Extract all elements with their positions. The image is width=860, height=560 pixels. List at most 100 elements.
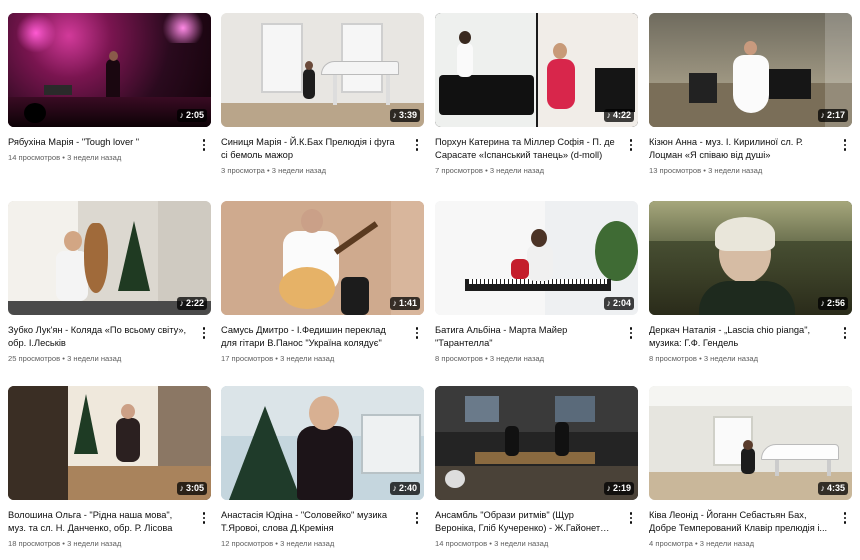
video-stats: 14 просмотров • 3 недели назад [8, 153, 189, 163]
video-title[interactable]: Зубко Лук'ян - Коляда «По всьому світу»,… [8, 324, 189, 350]
video-card[interactable]: ♪ 2:40 Анастасія Юдіна - "Соловейко" муз… [221, 386, 424, 549]
view-count: 7 просмотров [435, 166, 483, 175]
upload-age: 3 недели назад [708, 166, 763, 175]
view-count: 14 просмотров [8, 153, 61, 162]
video-meta: Порхун Катерина та Міллер Софія - П. де … [435, 136, 638, 176]
video-thumbnail[interactable]: ♪ 4:22 [435, 13, 638, 127]
view-count: 17 просмотров [221, 354, 274, 363]
more-vert-icon[interactable] [410, 137, 424, 153]
video-meta: Самусь Дмитро - І.Федишин переклад для г… [221, 324, 424, 364]
view-count: 8 просмотров [649, 354, 697, 363]
video-meta: Ансамбль "Образи ритмів" (Щур Вероніка, … [435, 509, 638, 549]
video-title[interactable]: Ансамбль "Образи ритмів" (Щур Вероніка, … [435, 509, 616, 535]
video-card[interactable]: ♪ 1:41 Самусь Дмитро - І.Федишин перекла… [221, 201, 424, 364]
duration-text: 2:04 [612, 298, 631, 308]
video-stats: 14 просмотров • 3 недели назад [435, 539, 616, 549]
duration-text: 4:22 [612, 110, 631, 120]
more-vert-icon[interactable] [197, 137, 211, 153]
video-thumbnail[interactable]: ♪ 2:19 [435, 386, 638, 500]
music-note-icon: ♪ [606, 483, 611, 493]
more-vert-icon[interactable] [624, 510, 638, 526]
more-vert-icon[interactable] [838, 510, 852, 526]
more-vert-icon[interactable] [197, 325, 211, 341]
music-note-icon: ♪ [392, 483, 397, 493]
view-count: 13 просмотров [649, 166, 702, 175]
video-title[interactable]: Анастасія Юдіна - "Соловейко" музика Т.Я… [221, 509, 402, 535]
video-card[interactable]: ♪ 4:22 Порхун Катерина та Міллер Софія -… [435, 13, 638, 176]
duration-text: 2:40 [398, 483, 417, 493]
video-thumbnail[interactable]: ♪ 2:22 [8, 201, 211, 315]
duration-badge: ♪ 1:41 [390, 297, 420, 310]
duration-badge: ♪ 3:39 [390, 109, 420, 122]
video-thumbnail[interactable]: ♪ 2:04 [435, 201, 638, 315]
video-card[interactable]: ♪ 2:04 Батига Альбіна - Марта Майер "Тар… [435, 201, 638, 364]
music-note-icon: ♪ [606, 110, 611, 120]
more-vert-icon[interactable] [197, 510, 211, 526]
more-vert-icon[interactable] [410, 510, 424, 526]
video-title[interactable]: Порхун Катерина та Міллер Софія - П. де … [435, 136, 616, 162]
video-card[interactable]: ♪ 3:05 Волошина Ольга - "Рідна наша мова… [8, 386, 211, 549]
upload-age: 3 недели назад [494, 539, 549, 548]
upload-age: 3 недели назад [67, 539, 122, 548]
video-meta: Зубко Лук'ян - Коляда «По всьому світу»,… [8, 324, 211, 364]
duration-badge: ♪ 2:19 [604, 482, 634, 495]
music-note-icon: ♪ [606, 298, 611, 308]
duration-text: 3:39 [398, 110, 417, 120]
video-stats: 13 просмотров • 3 недели назад [649, 166, 830, 176]
view-count: 3 просмотра [221, 166, 265, 175]
video-thumbnail[interactable]: ♪ 4:35 [649, 386, 852, 500]
video-title[interactable]: Кізюн Анна - муз. І. Кирилиної сл. Р. Ло… [649, 136, 830, 162]
video-title[interactable]: Батига Альбіна - Марта Майер "Тарантелла… [435, 324, 616, 350]
music-note-icon: ♪ [820, 110, 825, 120]
video-thumbnail[interactable]: ♪ 2:56 [649, 201, 852, 315]
video-thumbnail[interactable]: ♪ 3:05 [8, 386, 211, 500]
video-stats: 25 просмотров • 3 недели назад [8, 354, 189, 364]
more-vert-icon[interactable] [624, 325, 638, 341]
video-meta: Анастасія Юдіна - "Соловейко" музика Т.Я… [221, 509, 424, 549]
video-card[interactable]: ♪ 4:35 Ківа Леонід - Йоганн Себастьян Ба… [649, 386, 852, 549]
more-vert-icon[interactable] [410, 325, 424, 341]
video-title[interactable]: Деркач Наталія - „Lascia chio pianga", м… [649, 324, 830, 350]
more-vert-icon[interactable] [838, 137, 852, 153]
video-card[interactable]: ♪ 2:22 Зубко Лук'ян - Коляда «По всьому … [8, 201, 211, 364]
video-stats: 3 просмотра • 3 недели назад [221, 166, 402, 176]
video-card[interactable]: ♪ 2:56 Деркач Наталія - „Lascia chio pia… [649, 201, 852, 364]
upload-age: 3 недели назад [699, 539, 755, 548]
video-meta: Синиця Марія - Й.К.Бах Прелюдія і фуга с… [221, 136, 424, 176]
video-stats: 12 просмотров • 3 недели назад [221, 539, 402, 549]
upload-age: 3 недели назад [280, 539, 335, 548]
video-title[interactable]: Волошина Ольга - "Рідна наша мова", муз.… [8, 509, 189, 535]
duration-badge: ♪ 2:22 [177, 297, 207, 310]
video-title[interactable]: Самусь Дмитро - І.Федишин переклад для г… [221, 324, 402, 350]
music-note-icon: ♪ [179, 298, 184, 308]
video-thumbnail[interactable]: ♪ 3:39 [221, 13, 424, 127]
video-title[interactable]: Ківа Леонід - Йоганн Себастьян Бах, Добр… [649, 509, 830, 535]
duration-badge: ♪ 2:17 [818, 109, 848, 122]
view-count: 14 просмотров [435, 539, 488, 548]
duration-text: 2:56 [826, 298, 845, 308]
duration-text: 1:41 [398, 298, 417, 308]
video-thumbnail[interactable]: ♪ 2:40 [221, 386, 424, 500]
upload-age: 3 недели назад [271, 166, 327, 175]
video-meta: Кізюн Анна - муз. І. Кирилиної сл. Р. Ло… [649, 136, 852, 176]
video-card[interactable]: ♪ 2:17 Кізюн Анна - муз. І. Кирилиної сл… [649, 13, 852, 176]
video-card[interactable]: ♪ 3:39 Синиця Марія - Й.К.Бах Прелюдія і… [221, 13, 424, 176]
video-card[interactable]: ♪ 2:05 Рябухіна Марія - "Tough lover " 1… [8, 13, 211, 163]
view-count: 8 просмотров [435, 354, 483, 363]
more-vert-icon[interactable] [624, 137, 638, 153]
video-thumbnail[interactable]: ♪ 2:17 [649, 13, 852, 127]
video-thumbnail[interactable]: ♪ 1:41 [221, 201, 424, 315]
video-thumbnail[interactable]: ♪ 2:05 [8, 13, 211, 127]
video-title[interactable]: Синиця Марія - Й.К.Бах Прелюдія і фуга с… [221, 136, 402, 162]
music-note-icon: ♪ [820, 298, 825, 308]
duration-badge: ♪ 4:35 [818, 482, 848, 495]
duration-badge: ♪ 4:22 [604, 109, 634, 122]
video-card[interactable]: ♪ 2:19 Ансамбль "Образи ритмів" (Щур Вер… [435, 386, 638, 549]
duration-badge: ♪ 2:05 [177, 109, 207, 122]
video-title[interactable]: Рябухіна Марія - "Tough lover " [8, 136, 189, 149]
duration-text: 4:35 [826, 483, 845, 493]
duration-badge: ♪ 3:05 [177, 482, 207, 495]
video-stats: 17 просмотров • 3 недели назад [221, 354, 402, 364]
duration-badge: ♪ 2:56 [818, 297, 848, 310]
more-vert-icon[interactable] [838, 325, 852, 341]
